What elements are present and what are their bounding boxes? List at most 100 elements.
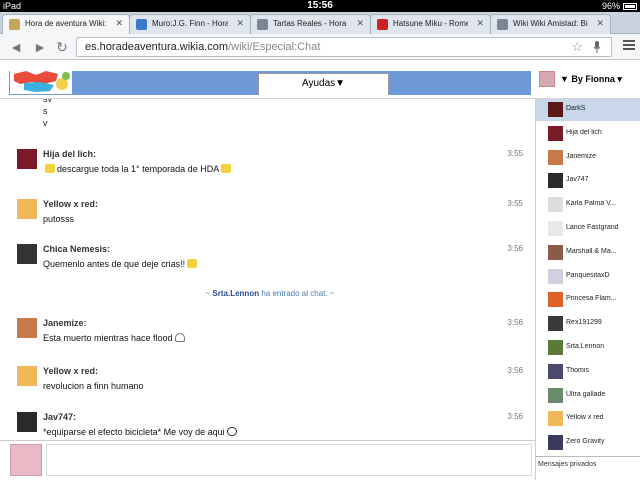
current-user-name: ▼ By Fionna ▾	[560, 74, 622, 84]
user-avatar	[548, 411, 563, 427]
message-time: 3:56	[507, 366, 523, 375]
message-body: descargue toda la 1° temporada de HDA	[43, 164, 233, 174]
message-body: Esta muerto mientras hace flood	[43, 333, 187, 343]
message-body: *equiparse el efecto bicicleta* Me voy d…	[43, 427, 239, 437]
message-input[interactable]	[46, 444, 532, 476]
message-text: v	[43, 118, 48, 128]
message-time: 3:55	[507, 199, 523, 208]
user-list-item[interactable]: Hija del lich	[536, 123, 640, 145]
tab[interactable]: Hora de aventura Wiki: El ✕	[2, 14, 130, 34]
current-user[interactable]: ▼ By Fionna ▾	[536, 69, 640, 97]
tab-favicon-icon	[136, 19, 147, 30]
emoticon-icon	[174, 333, 185, 342]
user-list-item[interactable]: Ultra gallade	[536, 385, 640, 407]
user-list-item[interactable]: Karla Palma V...	[536, 194, 640, 216]
user-name: Thomis	[566, 366, 589, 374]
user-name: Yellow x red	[566, 414, 604, 422]
user-avatar	[548, 102, 563, 117]
tab-close-icon[interactable]: ✕	[115, 18, 123, 29]
join-event-suffix: ha entrado al chat. ~	[259, 289, 335, 298]
my-avatar	[10, 444, 42, 476]
user-list-item[interactable]: Princesa Flam...	[536, 289, 640, 311]
private-messages-label[interactable]: Mensajes privados	[535, 456, 640, 480]
user-name: Princesa Flam...	[566, 295, 617, 303]
user-list-item[interactable]: Marshall & Ma...	[536, 242, 640, 264]
tab[interactable]: Hatsune Miku - Romeo & ✕	[370, 14, 491, 34]
user-name: Rex191299	[566, 319, 602, 327]
avatar[interactable]	[17, 412, 37, 432]
tab-close-icon[interactable]: ✕	[236, 18, 244, 29]
user-list-item[interactable]: Jav747	[536, 170, 640, 192]
user-list-item[interactable]: Rex191299	[536, 313, 640, 335]
avatar[interactable]	[17, 149, 37, 169]
user-list-item[interactable]: Janemize	[536, 147, 640, 169]
user-name: Jav747	[566, 176, 589, 184]
microphone-icon[interactable]	[593, 41, 601, 53]
user-name: Marshall & Ma...	[566, 247, 617, 255]
message-time: 3:55	[507, 149, 523, 158]
user-list-item[interactable]: Lance Fastgrand	[536, 218, 640, 240]
url-path: /wiki/Especial:Chat	[228, 41, 321, 53]
avatar[interactable]	[17, 318, 37, 338]
avatar[interactable]	[17, 244, 37, 264]
address-bar[interactable]: es.horadeaventura.wikia.com/wiki/Especia…	[76, 37, 612, 57]
message-text: s	[43, 106, 48, 116]
menu-icon[interactable]	[623, 40, 635, 52]
forward-icon[interactable]: ►	[30, 37, 50, 57]
user-name: Janemize	[566, 152, 596, 160]
message-author[interactable]: Yellow x red:	[43, 366, 98, 376]
battery-icon	[623, 3, 637, 10]
user-avatar	[548, 149, 563, 165]
chat-header: Ayudas▼ ▼ By Fionna ▾	[0, 61, 640, 99]
user-avatar	[548, 221, 563, 236]
emoticon-icon	[45, 164, 55, 173]
user-list-item[interactable]: PanquesitaxD	[536, 266, 640, 288]
message-text: *equiparse el efecto bicicleta* Me voy d…	[43, 427, 225, 437]
user-name: Zero Gravity	[566, 438, 605, 446]
user-name: Srta.Lennon	[566, 343, 605, 350]
emoticon-icon	[187, 259, 198, 268]
bookmark-star-icon[interactable]: ☆	[571, 39, 583, 55]
user-list-item[interactable]: Srta.Lennon	[536, 337, 640, 359]
message-author[interactable]: Yellow x red:	[43, 199, 98, 209]
browser-toolbar: ◄ ► ↻ es.horadeaventura.wikia.com/wiki/E…	[0, 34, 640, 60]
avatar[interactable]	[17, 366, 37, 386]
message-author[interactable]: Jav747:	[43, 412, 76, 422]
reload-icon[interactable]: ↻	[52, 37, 72, 57]
message-author[interactable]: Hija del lich:	[43, 149, 96, 159]
user-name: PanquesitaxD	[566, 271, 610, 279]
message-time: 3:56	[507, 244, 523, 253]
user-avatar	[548, 387, 563, 403]
url-domain: es.horadeaventura.wikia.com	[85, 41, 229, 53]
user-list-item[interactable]: Thomis	[536, 361, 640, 383]
room-tab[interactable]: Ayudas▼	[258, 73, 389, 95]
message-author[interactable]: Janemize:	[43, 318, 87, 328]
user-name: Lance Fastgrand	[566, 224, 619, 231]
join-event-user[interactable]: Srta.Lennon	[212, 289, 259, 298]
message-text: putosss	[43, 214, 75, 224]
tab[interactable]: Wiki Wiki Amistad: Bienve ✕	[490, 14, 611, 34]
message-text: Quemenlo antes de que deje crias!!	[43, 259, 186, 269]
tab-close-icon[interactable]: ✕	[356, 18, 364, 29]
user-list-item[interactable]: Yellow x red	[536, 408, 640, 430]
tab-label: Hatsune Miku - Romeo &	[393, 19, 468, 28]
user-list-item[interactable]: DarkS	[536, 99, 640, 121]
tab-favicon-icon	[377, 19, 388, 30]
user-avatar	[548, 292, 563, 308]
message-author[interactable]: Chica Nemesis:	[43, 244, 110, 254]
user-name: Karla Palma V...	[566, 200, 616, 208]
current-user-avatar	[539, 71, 555, 87]
user-name: DarkS	[566, 105, 586, 112]
message-list[interactable]: sv s v Hija del lich: 3:55 descargue toda la …	[9, 99, 531, 440]
user-list-item[interactable]: Zero Gravity	[536, 432, 640, 454]
avatar[interactable]	[17, 199, 37, 219]
tab[interactable]: Tartas Reales - Hora de a ✕	[250, 14, 371, 34]
tab[interactable]: Muro:J.G. Finn - Hora de ✕	[129, 14, 251, 34]
tab-close-icon[interactable]: ✕	[476, 18, 484, 29]
composer	[0, 440, 536, 480]
tab-close-icon[interactable]: ✕	[596, 18, 604, 29]
emoticon-icon	[226, 427, 237, 436]
tab-label: Hora de aventura Wiki: El	[25, 19, 107, 28]
user-list[interactable]: DarkS Hija del lich Janemize Jav747 Karla Pa…	[535, 99, 640, 456]
back-icon[interactable]: ◄	[6, 37, 26, 57]
